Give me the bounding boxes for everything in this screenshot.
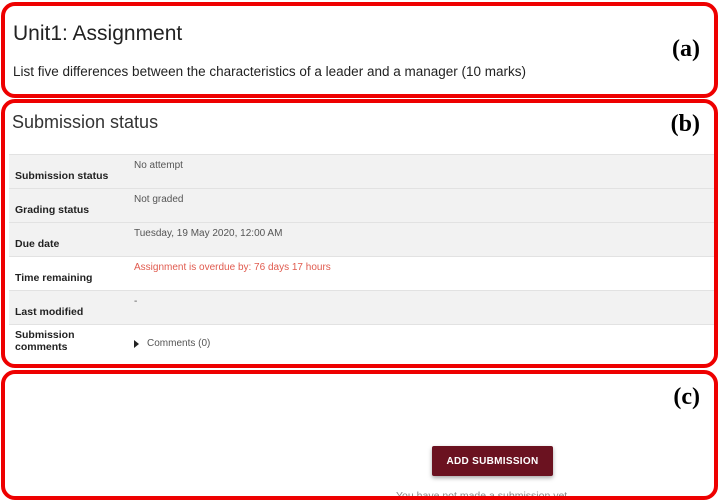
- table-row: Grading status Not graded: [9, 188, 714, 223]
- submission-status-panel: Submission status (b) Submission status …: [1, 99, 718, 368]
- row-value-submission-status: No attempt: [134, 160, 183, 171]
- submission-status-table: Submission status No attempt Grading sta…: [9, 154, 714, 359]
- section-title: Submission status: [12, 112, 159, 132]
- assignment-intro: List five differences between the charac…: [13, 64, 527, 79]
- figure-label-a: (a): [672, 36, 700, 62]
- row-value-submission-comments: Comments (0): [126, 325, 714, 359]
- table-row: Time remaining Assignment is overdue by:…: [9, 256, 714, 291]
- row-label-submission-status: Submission status: [15, 170, 109, 182]
- page-title: Unit1: Assignment: [13, 22, 183, 45]
- no-submission-message: You have not made a submission yet.: [396, 490, 571, 500]
- row-label-submission-comments: Submission comments: [15, 329, 75, 353]
- table-row: Submission status No attempt: [9, 154, 714, 189]
- comments-link[interactable]: Comments (0): [147, 338, 210, 349]
- assignment-header-panel: Unit1: Assignment List five differences …: [1, 2, 718, 98]
- submission-actions-panel: (c) ADD SUBMISSION You have not made a s…: [1, 370, 718, 500]
- table-row: Due date Tuesday, 19 May 2020, 12:00 AM: [9, 222, 714, 257]
- add-submission-button[interactable]: ADD SUBMISSION: [432, 446, 553, 476]
- figure-label-b: (b): [670, 111, 700, 137]
- row-value-grading-status: Not graded: [134, 194, 184, 205]
- row-label-last-modified: Last modified: [15, 306, 84, 318]
- row-label-time-remaining: Time remaining: [15, 272, 93, 284]
- row-value-due-date: Tuesday, 19 May 2020, 12:00 AM: [134, 228, 283, 239]
- caret-right-icon[interactable]: [134, 339, 139, 348]
- row-label-due-date: Due date: [15, 238, 60, 250]
- table-row: Last modified -: [9, 290, 714, 325]
- figure-label-c: (c): [673, 384, 700, 410]
- row-label-grading-status: Grading status: [15, 204, 90, 216]
- row-value-last-modified: -: [134, 296, 138, 307]
- row-value-time-remaining: Assignment is overdue by: 76 days 17 hou…: [134, 262, 331, 273]
- comments-toggle[interactable]: Comments (0): [134, 338, 210, 349]
- table-row: Submission comments Comments (0): [9, 324, 714, 359]
